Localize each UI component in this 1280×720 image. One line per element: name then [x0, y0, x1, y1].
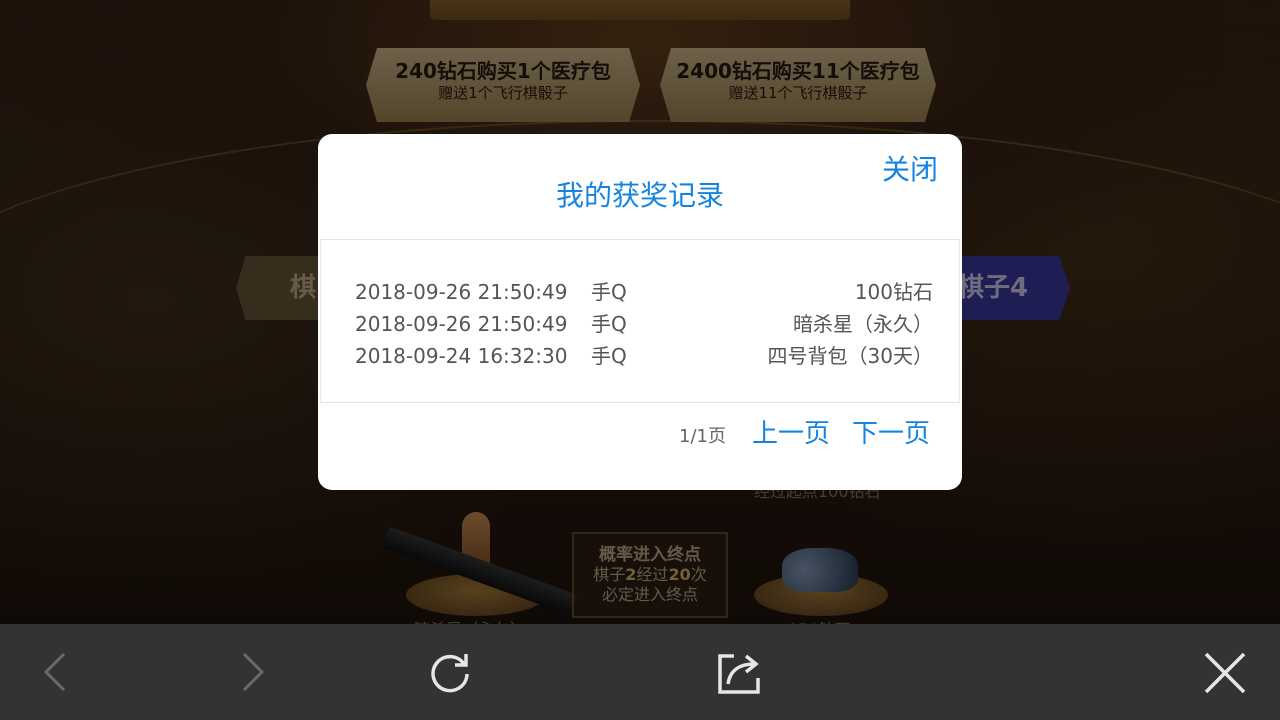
record-row: 2018-09-26 21:50:49 手Q 暗杀星（永久）	[321, 308, 959, 340]
chevron-left-icon	[43, 652, 66, 692]
record-row: 2018-09-24 16:32:30 手Q 四号背包（30天）	[321, 340, 959, 372]
record-source: 手Q	[591, 344, 627, 368]
refresh-icon	[431, 654, 469, 693]
next-page-button[interactable]: 下一页	[852, 414, 930, 454]
refresh-button[interactable]	[426, 648, 474, 696]
page-indicator: 1/1页	[679, 426, 726, 447]
chevron-right-icon	[242, 652, 265, 692]
record-time: 2018-09-26 21:50:49	[355, 280, 568, 304]
record-list: 2018-09-26 21:50:49 手Q 100钻石 2018-09-26 …	[320, 239, 960, 403]
pagination: 1/1页 上一页 下一页	[679, 414, 930, 454]
record-time: 2018-09-24 16:32:30	[355, 344, 568, 368]
forward-button[interactable]	[228, 648, 276, 696]
prev-page-button[interactable]: 上一页	[752, 414, 830, 454]
back-button[interactable]	[32, 648, 80, 696]
record-source: 手Q	[591, 312, 627, 336]
browser-toolbar	[0, 624, 1280, 720]
prize-record-dialog: 我的获奖记录 关闭 2018-09-26 21:50:49 手Q 100钻石 2…	[318, 134, 962, 490]
record-prize: 100钻石	[854, 280, 933, 304]
dialog-title: 我的获奖记录	[555, 179, 724, 212]
share-icon	[718, 654, 760, 694]
record-row: 2018-09-26 21:50:49 手Q 100钻石	[321, 276, 959, 308]
share-button[interactable]	[714, 648, 762, 696]
close-page-button[interactable]	[1200, 648, 1248, 696]
record-prize: 四号背包（30天）	[767, 344, 933, 368]
record-prize: 暗杀星（永久）	[793, 312, 933, 336]
record-time: 2018-09-26 21:50:49	[355, 312, 568, 336]
record-source: 手Q	[591, 280, 627, 304]
close-icon	[1204, 652, 1246, 694]
close-button[interactable]: 关闭	[882, 148, 938, 188]
